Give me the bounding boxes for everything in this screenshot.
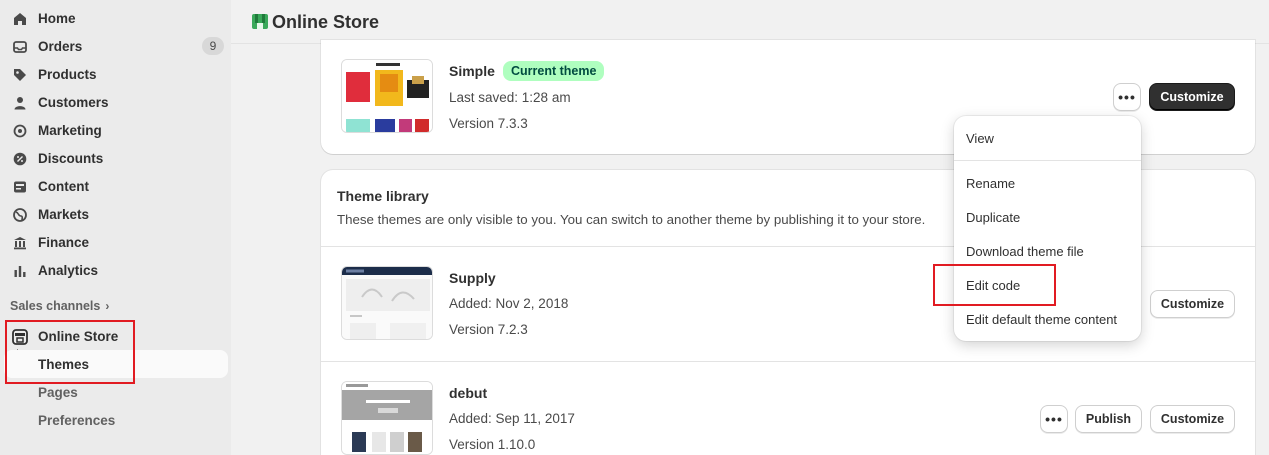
supply-theme-name: Supply — [449, 270, 496, 286]
supply-theme-thumbnail — [341, 266, 433, 340]
theme-library-title: Theme library — [337, 188, 429, 204]
sidebar-item-orders[interactable]: Orders 9 — [0, 32, 228, 60]
highlight-box-edit-code — [933, 264, 1056, 306]
debut-theme-version: Version 1.10.0 — [449, 437, 536, 452]
sidebar-subitem-label: Preferences — [38, 412, 116, 428]
sidebar-item-label: Products — [38, 66, 97, 82]
sidebar-item-label: Marketing — [38, 122, 102, 138]
chart-bar-icon — [12, 263, 28, 279]
menu-item-edit-default-theme-content[interactable]: Edit default theme content — [966, 312, 1117, 327]
menu-item-duplicate[interactable]: Duplicate — [966, 210, 1020, 225]
sidebar-item-label: Markets — [38, 206, 90, 222]
simple-theme-thumbnail — [341, 59, 433, 133]
home-icon — [12, 11, 28, 27]
globe-icon — [12, 207, 28, 223]
sidebar-item-finance[interactable]: Finance — [0, 228, 228, 256]
online-store-icon — [251, 12, 269, 30]
menu-item-rename[interactable]: Rename — [966, 176, 1015, 191]
sales-channels-label[interactable]: Sales channels › — [10, 299, 109, 313]
sidebar-item-marketing[interactable]: Marketing — [0, 116, 228, 144]
sidebar-item-content[interactable]: Content — [0, 172, 228, 200]
discount-icon — [12, 151, 28, 167]
supply-theme-added: Added: Nov 2, 2018 — [449, 296, 569, 311]
debut-theme-added: Added: Sep 11, 2017 — [449, 411, 575, 426]
theme-library-description: These themes are only visible to you. Yo… — [337, 212, 926, 227]
menu-item-download-theme-file[interactable]: Download theme file — [966, 244, 1084, 259]
sidebar-item-label: Customers — [38, 94, 109, 110]
sidebar-item-label: Content — [38, 178, 89, 194]
current-theme-name: Simple — [449, 63, 495, 79]
sidebar-item-home[interactable]: Home — [0, 4, 228, 32]
menu-divider — [954, 160, 1141, 161]
sidebar-item-discounts[interactable]: Discounts — [0, 144, 228, 172]
current-theme-badge: Current theme — [503, 61, 605, 81]
sidebar-item-markets[interactable]: Markets — [0, 200, 228, 228]
sidebar-item-products[interactable]: Products — [0, 60, 228, 88]
sales-channels-text: Sales channels — [10, 299, 101, 313]
sidebar-item-label: Home — [38, 10, 76, 26]
sidebar-subitem-preferences[interactable]: Preferences — [4, 406, 228, 434]
supply-theme-version: Version 7.2.3 — [449, 322, 528, 337]
page-title: Online Store — [272, 12, 380, 32]
current-theme-customize-button[interactable]: Customize — [1149, 83, 1235, 111]
current-theme-version: Version 7.3.3 — [449, 116, 528, 131]
sidebar-item-label: Orders — [38, 38, 83, 54]
sidebar-item-label: Finance — [38, 234, 90, 250]
theme-actions-menu: View Rename Duplicate Download theme fil… — [954, 116, 1141, 341]
debut-theme-name: debut — [449, 385, 488, 401]
debut-publish-button[interactable]: Publish — [1075, 405, 1142, 433]
sidebar: Home Orders 9 Products Customers Marketi… — [0, 0, 231, 455]
highlight-box-online-store — [5, 320, 135, 384]
tag-icon — [12, 67, 28, 83]
more-horizontal-icon: ••• — [1118, 89, 1136, 105]
sidebar-item-analytics[interactable]: Analytics — [0, 256, 228, 284]
debut-theme-thumbnail — [341, 381, 433, 455]
bank-icon — [12, 235, 28, 251]
content-icon — [12, 179, 28, 195]
divider — [321, 361, 1255, 362]
current-theme-last-saved: Last saved: 1:28 am — [449, 90, 571, 105]
inbox-icon — [12, 39, 28, 55]
person-icon — [12, 95, 28, 111]
top-bar — [231, 0, 1269, 44]
current-theme-more-actions-button[interactable]: ••• — [1113, 83, 1141, 111]
sidebar-item-customers[interactable]: Customers — [0, 88, 228, 116]
more-horizontal-icon: ••• — [1045, 411, 1063, 427]
target-icon — [12, 123, 28, 139]
debut-more-actions-button[interactable]: ••• — [1040, 405, 1068, 433]
sidebar-item-label: Analytics — [38, 262, 99, 278]
menu-item-view[interactable]: View — [966, 131, 994, 146]
debut-customize-button[interactable]: Customize — [1150, 405, 1235, 433]
sidebar-item-label: Discounts — [38, 150, 104, 166]
supply-customize-button[interactable]: Customize — [1150, 290, 1235, 318]
chevron-right-icon: › — [105, 299, 110, 313]
sidebar-subitem-label: Pages — [38, 384, 78, 400]
orders-count-badge: 9 — [202, 37, 224, 55]
